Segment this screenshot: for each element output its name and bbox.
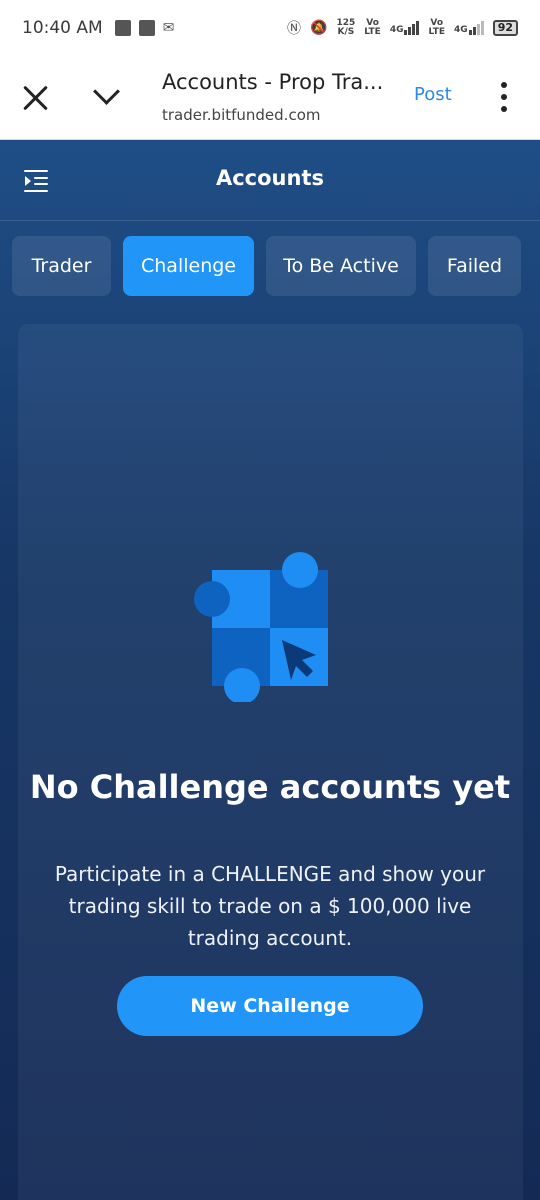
- status-time: 10:40 AM: [22, 18, 103, 38]
- notification-icon: [114, 20, 131, 36]
- volte-indicator: Vo LTE: [364, 18, 381, 37]
- empty-state-title: No Challenge accounts yet: [29, 768, 511, 806]
- mute-icon: 🔕: [310, 20, 328, 36]
- app-title: Accounts: [215, 166, 324, 190]
- page-url: trader.bitfunded.com: [162, 106, 321, 124]
- app-header: Accounts: [0, 140, 540, 221]
- close-icon[interactable]: [22, 84, 50, 112]
- post-button[interactable]: Post: [414, 84, 452, 105]
- net-speed: 125 K/S: [336, 18, 356, 37]
- nfc-icon: Ⓝ: [287, 21, 302, 37]
- app-content: Accounts Trader Challenge To Be Active F…: [0, 140, 540, 1200]
- accounts-panel: [18, 324, 523, 1200]
- notification-icon: [138, 20, 155, 36]
- page-title: Accounts - Prop Tra...: [162, 70, 384, 94]
- signal-icon: 4G: [454, 21, 484, 35]
- tab-to-be-active[interactable]: To Be Active: [266, 236, 416, 296]
- tab-challenge[interactable]: Challenge: [123, 236, 254, 296]
- tab-trader[interactable]: Trader: [12, 236, 111, 296]
- empty-state-description: Participate in a CHALLENGE and show your…: [54, 862, 486, 950]
- status-bar: 10:40 AM ✉ Ⓝ 🔕 125 K/S Vo LTE 4G Vo LTE 4G …: [0, 0, 540, 56]
- more-vert-icon[interactable]: [498, 82, 510, 112]
- battery-indicator: 92: [492, 20, 518, 36]
- volte-indicator: Vo LTE: [428, 18, 446, 37]
- tab-failed[interactable]: Failed: [428, 236, 521, 296]
- signal-icon: 4G: [390, 21, 420, 35]
- puzzle-cursor-icon: [194, 552, 328, 702]
- browser-toolbar: Accounts - Prop Tra... trader.bitfunded.…: [0, 56, 540, 140]
- mail-icon: ✉: [162, 20, 175, 36]
- new-challenge-button[interactable]: New Challenge: [117, 976, 423, 1036]
- chevron-down-icon[interactable]: [92, 80, 122, 110]
